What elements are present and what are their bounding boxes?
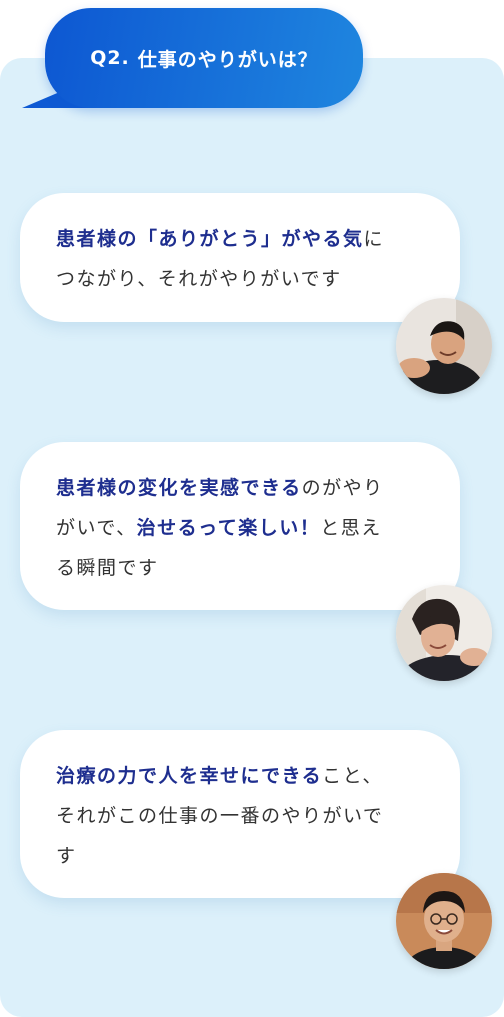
answer-text-segment: に (363, 228, 385, 250)
answer-card-1: 患者様の「ありがとう」がやる気に つながり、それがやりがいです (20, 193, 460, 322)
answer-text-segment: のがやり (301, 477, 384, 499)
answer-card-2: 患者様の変化を実感できるのがやりがいで、治せるって楽しい！と思える瞬間です (20, 442, 460, 610)
answer-text-3: 治療の力で人を幸せにできること、それがこの仕事の一番のやりがいです (56, 756, 430, 876)
answer-text-segment: と思え (320, 517, 382, 539)
answer-highlight-text: 患者様の変化を実感できる (56, 477, 302, 499)
staff-photo-female-smiling (396, 585, 492, 681)
question-heading: Q2. 仕事のやりがいは？ (90, 45, 318, 72)
answer-text-segment: つながり、それがやりがいです (56, 268, 342, 290)
question-number: Q2. (90, 47, 130, 69)
answer-text-2: 患者様の変化を実感できるのがやりがいで、治せるって楽しい！と思える瞬間です (56, 468, 430, 588)
answer-text-1: 患者様の「ありがとう」がやる気に つながり、それがやりがいです (56, 219, 430, 299)
question-text: 仕事のやりがいは？ (137, 48, 318, 71)
answer-card-3: 治療の力で人を幸せにできること、それがこの仕事の一番のやりがいです (20, 730, 460, 898)
answer-highlight-text: 治せるって楽しい！ (136, 517, 321, 539)
answer-text-segment: す (56, 845, 77, 867)
staff-photo-male-glasses (396, 873, 492, 969)
answer-text-segment: がいで、 (56, 517, 137, 539)
answer-text-segment: る瞬間です (56, 557, 159, 579)
staff-avatar-2 (396, 585, 492, 681)
staff-avatar-3 (396, 873, 492, 969)
answer-highlight-text: 治療の力で人を幸せにできる (56, 765, 323, 787)
answer-highlight-text: 患者様の「ありがとう」がやる気 (56, 228, 364, 250)
question-bubble: Q2. 仕事のやりがいは？ (45, 8, 363, 108)
answer-text-segment: それがこの仕事の一番のやりがいで (56, 805, 384, 827)
staff-avatar-1 (396, 298, 492, 394)
answer-text-segment: こと、 (322, 765, 383, 787)
staff-photo-male-smiling (396, 298, 492, 394)
